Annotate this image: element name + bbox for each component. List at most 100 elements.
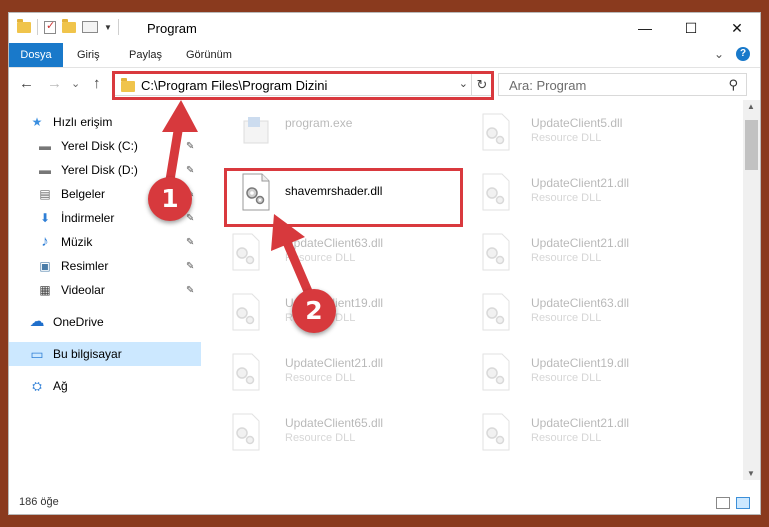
help-icon[interactable]: ? [736, 47, 750, 61]
item-count: 186 öğe [19, 496, 59, 508]
tab-share[interactable]: Paylaş [129, 43, 162, 67]
file-name: UpdateClient21.dll [285, 356, 384, 370]
drive-icon: ▬ [39, 139, 51, 153]
sidebar-item-label: Videolar [61, 283, 105, 297]
sidebar-item-label: Yerel Disk (C:) [61, 139, 138, 153]
toolbar-divider [37, 19, 38, 35]
file-item[interactable]: UpdateClient21.dll Resource DLL [459, 408, 689, 462]
dll-icon [232, 233, 260, 271]
file-item-program-exe[interactable]: program.exe [219, 108, 449, 162]
document-icon: ▤ [39, 187, 51, 201]
music-icon: ♪ [41, 233, 49, 250]
quick-access-toolbar: ▼ [17, 18, 119, 35]
recent-locations-button[interactable]: ⌄ [71, 77, 80, 90]
file-highlight-box [224, 168, 463, 227]
sidebar-item-local-disk-c[interactable]: ▬ Yerel Disk (C:) ✎ [9, 134, 201, 158]
customize-toolbar-icon[interactable] [82, 21, 98, 33]
dll-icon [482, 353, 510, 391]
file-item[interactable]: UpdateClient63.dll Resource DLL [209, 228, 439, 282]
dll-icon [232, 293, 260, 331]
new-folder-icon[interactable] [62, 18, 76, 33]
file-item[interactable]: UpdateClient65.dll Resource DLL [209, 408, 439, 462]
pin-icon[interactable]: ✎ [186, 237, 194, 248]
file-type: Resource DLL [531, 432, 602, 444]
maximize-button[interactable]: ☐ [668, 13, 714, 43]
file-type: Resource DLL [285, 252, 356, 264]
file-item[interactable]: UpdateClient19.dll Resource DLL [459, 348, 689, 402]
scroll-thumb[interactable] [745, 120, 758, 170]
file-item[interactable]: UpdateClient21.dll Resource DLL [459, 228, 689, 282]
vertical-scrollbar[interactable]: ▲ ▼ [743, 100, 760, 480]
pin-icon[interactable]: ✎ [186, 261, 194, 272]
properties-check-icon[interactable] [44, 19, 56, 34]
sidebar-item-network[interactable]: ⛭ Ağ [9, 374, 201, 398]
file-type: Resource DLL [531, 372, 602, 384]
pin-icon[interactable]: ✎ [186, 285, 194, 296]
drive-icon: ▬ [39, 163, 51, 177]
download-icon: ⬇ [39, 211, 51, 225]
tiles-view-icon[interactable] [736, 497, 750, 509]
file-name: program.exe [285, 116, 353, 130]
pin-icon[interactable]: ✎ [186, 141, 194, 152]
details-view-icon[interactable] [716, 497, 730, 509]
computer-icon: ▭ [30, 346, 44, 362]
tab-view[interactable]: Görünüm [186, 43, 232, 67]
expand-ribbon-icon[interactable]: ⌄ [714, 47, 724, 61]
title-bar: ▼ Program — ☐ ✕ [9, 13, 760, 43]
file-name: UpdateClient5.dll [531, 116, 623, 130]
sidebar-item-this-pc[interactable]: ▭ Bu bilgisayar [9, 342, 201, 366]
navigation-pane: ★ Hızlı erişim ▬ Yerel Disk (C:) ✎ ▬ Yer… [9, 106, 201, 478]
forward-button[interactable]: → [47, 75, 62, 92]
network-icon: ⛭ [32, 379, 42, 393]
file-type: Resource DLL [531, 192, 602, 204]
dll-icon [232, 353, 260, 391]
file-item[interactable]: UpdateClient21.dll Resource DLL [209, 348, 439, 402]
scroll-up-icon[interactable]: ▲ [747, 102, 755, 111]
pin-icon[interactable]: ✎ [186, 165, 194, 176]
sidebar-item-videos[interactable]: ▦ Videolar ✎ [9, 278, 201, 302]
tab-home[interactable]: Giriş [77, 43, 100, 67]
sidebar-item-label: İndirmeler [61, 211, 115, 225]
window-controls: — ☐ ✕ [622, 13, 760, 43]
minimize-button[interactable]: — [622, 13, 668, 43]
sidebar-item-onedrive[interactable]: ☁ OneDrive [9, 310, 201, 334]
view-toggle [716, 497, 750, 509]
dll-icon [482, 293, 510, 331]
file-name: UpdateClient21.dll [531, 176, 630, 190]
scroll-down-icon[interactable]: ▼ [747, 469, 755, 478]
picture-icon: ▣ [39, 259, 51, 273]
sidebar-item-pictures[interactable]: ▣ Resimler ✎ [9, 254, 201, 278]
sidebar-item-quick-access[interactable]: ★ Hızlı erişim [9, 110, 201, 134]
search-placeholder: Ara: Program [509, 78, 587, 93]
close-button[interactable]: ✕ [714, 13, 760, 43]
search-input[interactable]: Ara: Program ⚲ [498, 73, 747, 96]
file-item[interactable]: UpdateClient63.dll Resource DLL [459, 288, 689, 342]
step-2-badge: 2 [292, 289, 336, 333]
sidebar-item-label: Resimler [61, 259, 109, 273]
file-item[interactable]: UpdateClient21.dll Resource DLL [459, 168, 689, 222]
file-item[interactable]: UpdateClient5.dll Resource DLL [459, 108, 689, 162]
pin-icon[interactable]: ✎ [186, 213, 194, 224]
exe-icon [243, 117, 269, 144]
up-button[interactable]: ↑ [93, 75, 101, 92]
folder-icon[interactable] [17, 18, 31, 33]
file-name: UpdateClient21.dll [531, 416, 630, 430]
status-bar: 186 öğe [9, 491, 760, 514]
sidebar-item-music[interactable]: ♪ Müzik ✎ [9, 230, 201, 254]
tab-file[interactable]: Dosya [9, 43, 63, 67]
file-type: Resource DLL [531, 132, 602, 144]
star-icon: ★ [31, 115, 43, 129]
sidebar-item-label: Müzik [61, 235, 93, 249]
chevron-down-icon[interactable]: ▼ [104, 23, 112, 32]
step-1-badge: 1 [148, 177, 192, 221]
sidebar-item-label: OneDrive [53, 315, 104, 329]
ribbon-right-controls: ⌄ ? [714, 47, 750, 61]
file-name: UpdateClient21.dll [531, 236, 630, 250]
dll-icon [232, 413, 260, 451]
back-button[interactable]: ← [19, 75, 34, 92]
sidebar-item-label: Ağ [53, 379, 68, 393]
file-type: Resource DLL [285, 372, 356, 384]
sidebar-item-label: Bu bilgisayar [53, 347, 122, 361]
search-icon[interactable]: ⚲ [728, 77, 738, 93]
file-list: program.exe shavemrshader.dll UpdateClie… [209, 106, 739, 478]
